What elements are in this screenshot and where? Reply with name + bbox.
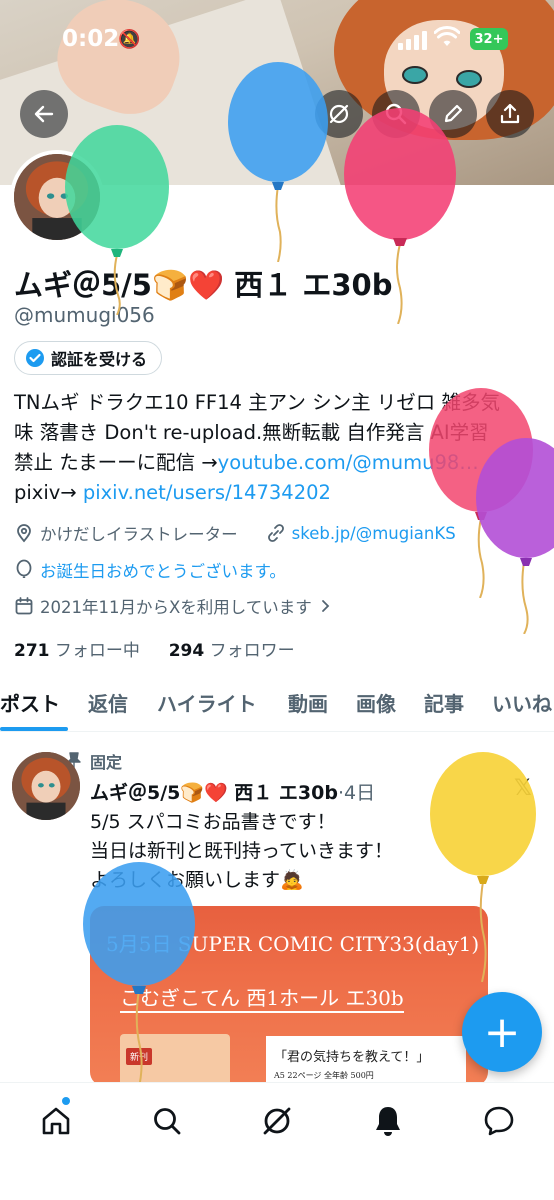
follow-stats: 271 フォロー中 294 フォロワー [14, 636, 295, 661]
image-event-title: 5月5日 SUPER COMIC CITY33(day1) [106, 932, 480, 956]
search-icon [385, 103, 407, 125]
youtube-link[interactable]: youtube.com/@mumu98… [218, 451, 479, 474]
get-verified-label: 認証を受ける [51, 350, 148, 369]
status-bar: 0:02 🔕 32+ [0, 0, 554, 80]
status-time: 0:02 [62, 26, 120, 52]
compose-post-button[interactable]: + [462, 992, 542, 1072]
post-image[interactable]: 5月5日 SUPER COMIC CITY33(day1) こむぎこてん 西1ホ… [90, 906, 488, 1086]
post-body: 5/5 スパコミお品書きです！ 当日は新刊と既刊持っていきます！ よろしくお願い… [90, 808, 393, 895]
image-circle-name: こむぎこてん 西1ホール エ30b [120, 982, 404, 1013]
share-button[interactable] [486, 90, 534, 138]
grok-icon [263, 1107, 291, 1135]
home-icon [42, 1107, 70, 1135]
cellular-signal-icon [398, 30, 427, 50]
profile-handle: @mumugi056 [14, 303, 155, 327]
wifi-icon [434, 26, 460, 46]
image-book-details: A5 22ページ 全年齢 500円 [274, 1071, 374, 1080]
profile-avatar[interactable] [10, 150, 104, 244]
profile-tabs: ポスト 返信 ハイライト 動画 画像 記事 いいね [0, 680, 554, 732]
link-icon [267, 524, 284, 542]
image-book-card: 「君の気持ちを教えて！」 A5 22ページ 全年齢 500円 [266, 1036, 466, 1086]
pixiv-link[interactable]: pixiv.net/users/14734202 [83, 481, 331, 504]
bio-line: 味 落書き Don't re-upload.無断転載 自作発言 AI学習 [14, 421, 489, 444]
profession-label: かけだしイラストレーター [40, 525, 238, 544]
edit-icon [444, 104, 463, 123]
edit-button[interactable] [429, 90, 477, 138]
back-button[interactable] [20, 90, 68, 138]
following-count: 271 [14, 641, 50, 661]
profile-name: ムギ＠5/5🍞❤️ 西１ エ30b [14, 268, 393, 302]
balloon-icon [16, 559, 32, 578]
tab-highlights[interactable]: ハイライト [157, 688, 257, 717]
bio-text: 禁止 たまーーに配信 → [14, 451, 218, 474]
post-line: 当日は新刊と既刊持っていきます！ [90, 840, 394, 862]
bell-icon [376, 1107, 400, 1136]
calendar-icon [15, 597, 33, 615]
bio-text: pixiv→ [14, 481, 83, 504]
tab-articles[interactable]: 記事 [424, 688, 464, 717]
joined-label: 2021年11月からXを利用しています [40, 598, 312, 617]
post-author-name[interactable]: ムギ＠5/5🍞❤️ 西１ エ30b [90, 782, 338, 804]
grok-icon [329, 104, 349, 124]
back-arrow-icon [34, 105, 54, 123]
followers-link[interactable]: 294 フォロワー [169, 641, 295, 661]
following-link[interactable]: 271 フォロー中 [14, 641, 140, 661]
message-icon [484, 1106, 514, 1136]
profile-bio: TNムギ ドラクエ10 FF14 主アン シン主 リゼロ 雑多気 味 落書き D… [14, 388, 544, 508]
active-tab-indicator [0, 727, 68, 731]
tab-likes[interactable]: いいね [492, 688, 552, 717]
tab-posts[interactable]: ポスト [0, 688, 60, 717]
post-line: よろしくお願いします🙇 [90, 869, 304, 891]
image-book-title: 「君の気持ちを教えて！」 [274, 1050, 430, 1065]
profile-meta-row[interactable]: 2021年11月からXを利用しています [14, 594, 332, 618]
chevron-right-icon [321, 600, 330, 612]
silent-mode-icon: 🔕 [118, 29, 141, 50]
nav-notifications[interactable] [368, 1101, 408, 1141]
followers-count: 294 [168, 641, 205, 661]
notification-dot [62, 1097, 70, 1105]
post-line: 5/5 スパコミお品書きです！ [90, 811, 336, 833]
get-verified-button[interactable]: 認証を受ける [14, 341, 163, 375]
following-label: フォロー中 [54, 641, 140, 661]
profile-meta-row: お誕生日おめでとうございます。 [14, 558, 286, 582]
battery-indicator: 32+ [470, 28, 508, 50]
x-logo-icon: 𝕏 [514, 776, 532, 801]
share-icon [500, 103, 520, 124]
website-link[interactable]: skeb.jp/@mugianKS [292, 524, 456, 543]
post-header: ムギ＠5/5🍞❤️ 西１ エ30b·4日 [90, 778, 375, 805]
nav-grok[interactable] [257, 1101, 297, 1141]
followers-label: フォロワー [209, 641, 295, 661]
post-author-avatar[interactable] [12, 752, 80, 820]
search-icon [154, 1108, 181, 1135]
nav-messages[interactable] [479, 1101, 519, 1141]
location-icon [17, 524, 31, 543]
pinned-label: 固定 [90, 753, 123, 772]
search-button[interactable] [372, 90, 420, 138]
image-new-badge: 新刊 [126, 1048, 153, 1065]
bio-line: TNムギ ドラクエ10 FF14 主アン シン主 リゼロ 雑多気 [14, 391, 500, 414]
avatar-image [14, 154, 100, 240]
verified-icon [26, 349, 44, 367]
birthday-link[interactable]: お誕生日おめでとうございます。 [40, 558, 286, 582]
avatar-image [12, 752, 80, 820]
bottom-navigation [0, 1082, 554, 1200]
tab-videos[interactable]: 動画 [288, 688, 328, 717]
post-date: ·4日 [337, 782, 376, 804]
tab-media[interactable]: 画像 [356, 688, 396, 717]
nav-home[interactable] [36, 1101, 76, 1141]
tab-replies[interactable]: 返信 [88, 688, 128, 717]
plus-icon: + [483, 1006, 521, 1058]
bio-line: 禁止 たまーーに配信 →youtube.com/@mumu98… [14, 448, 544, 478]
bio-line: pixiv→ pixiv.net/users/14734202 [14, 478, 544, 508]
profile-meta-row: かけだしイラストレーター skeb.jp/@mugianKS [14, 521, 456, 545]
grok-button[interactable] [315, 90, 363, 138]
nav-search[interactable] [147, 1101, 187, 1141]
